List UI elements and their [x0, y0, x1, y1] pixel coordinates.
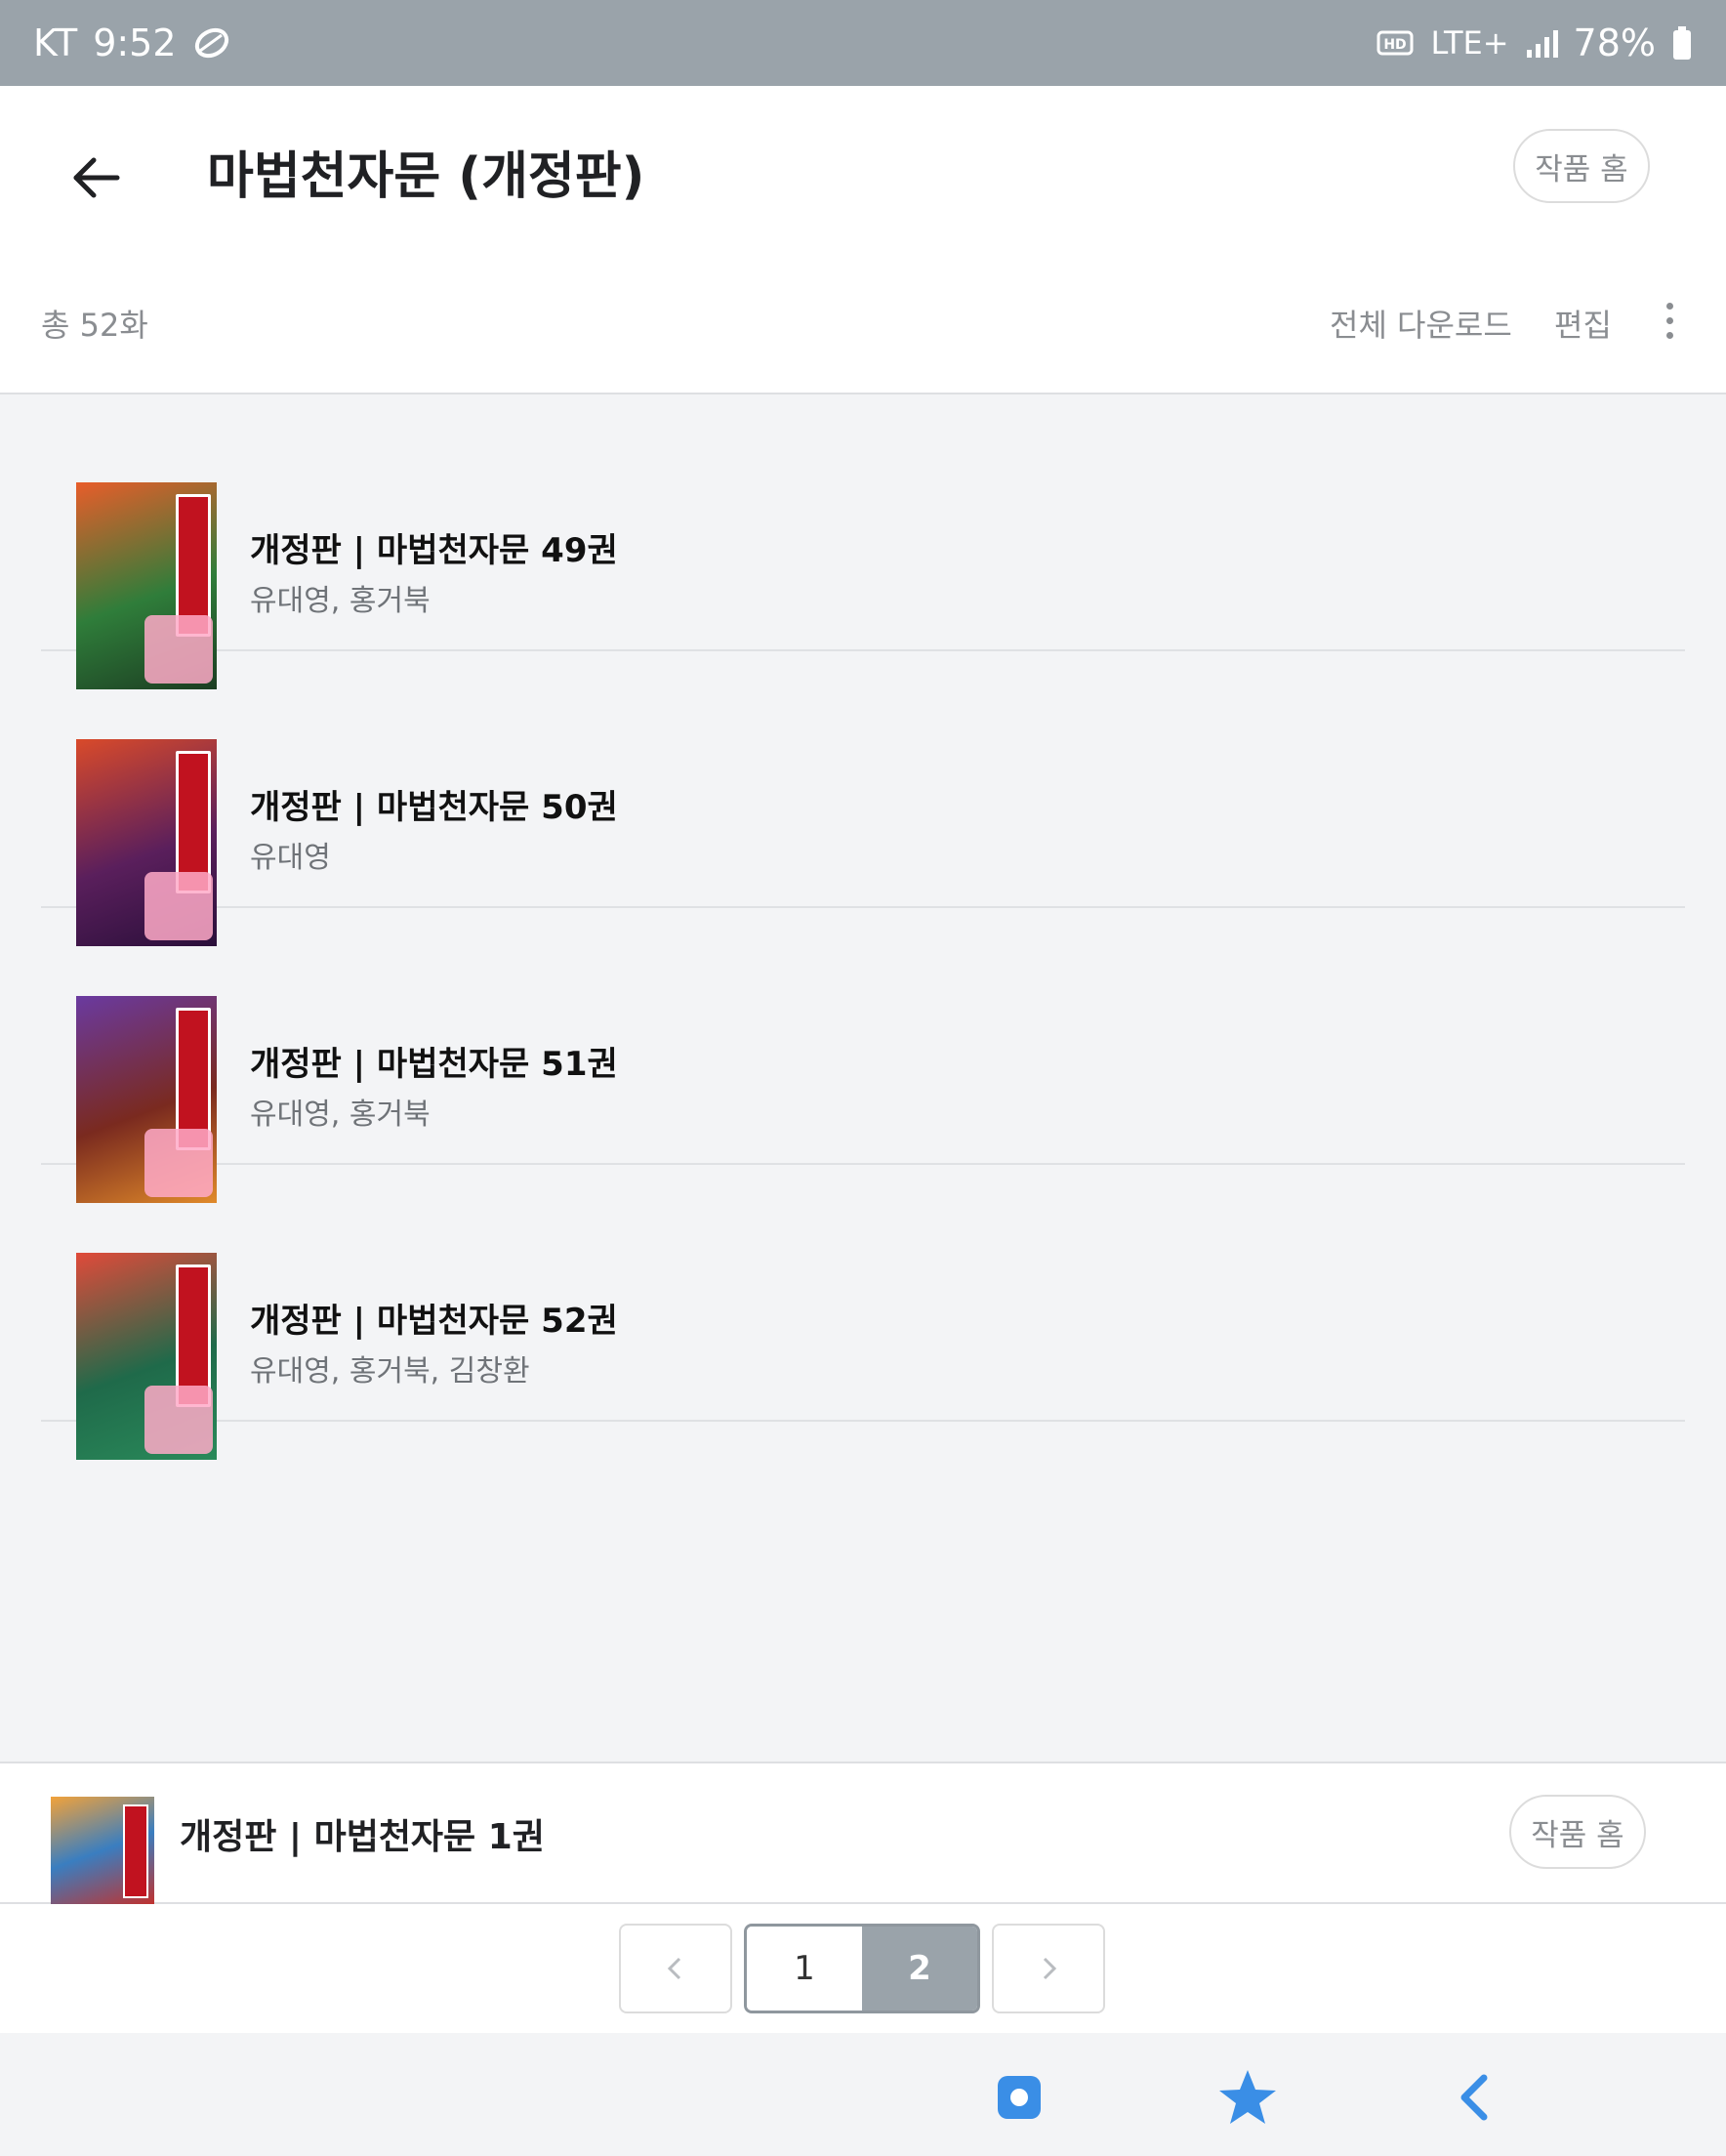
- list-item[interactable]: 개정판 | 마법천자문 50권 유대영: [41, 651, 1685, 946]
- edit-button[interactable]: 편집: [1554, 301, 1612, 346]
- list-item[interactable]: 개정판 | 마법천자문 51권 유대영, 홍거북: [41, 908, 1685, 1203]
- mini-home-button[interactable]: 작품 홈: [1509, 1795, 1646, 1869]
- episode-list: 개정판 | 마법천자문 49권 유대영, 홍거북 개정판 | 마법천자문 50권…: [0, 394, 1726, 1762]
- book-cover: [76, 1253, 217, 1460]
- episode-author: 유대영: [250, 841, 331, 875]
- series-home-button[interactable]: 작품 홈: [1513, 129, 1650, 203]
- chevron-left-icon: [667, 1957, 681, 1980]
- episode-author: 유대영, 홍거북, 김창환: [250, 1354, 530, 1389]
- page-button-2[interactable]: 2: [862, 1927, 977, 2011]
- carrier-label: KT: [33, 21, 78, 64]
- prev-page-button[interactable]: [619, 1924, 732, 2013]
- back-button[interactable]: [61, 143, 131, 213]
- list-item[interactable]: 개정판 | 마법천자문 52권 유대영, 홍거북, 김창환: [41, 1165, 1685, 1460]
- page-button-1[interactable]: 1: [747, 1927, 862, 2011]
- chevron-right-icon: [1043, 1957, 1057, 1980]
- list-item[interactable]: 개정판 | 마법천자문 49권 유대영, 홍거북: [41, 394, 1685, 689]
- download-all-button[interactable]: 전체 다운로드: [1330, 301, 1512, 346]
- square-icon[interactable]: [982, 2060, 1056, 2135]
- hd-voice-icon: HD: [1377, 28, 1416, 58]
- app-header: 마법천자문 (개정판) 작품 홈 총 52화 전체 다운로드 편집: [0, 86, 1726, 394]
- pagination: 1 2: [0, 1904, 1726, 2033]
- episode-author: 유대영, 홍거북: [250, 584, 431, 618]
- episode-title: 개정판 | 마법천자문 50권: [250, 788, 618, 827]
- mini-title: 개정판 | 마법천자문 1권: [180, 1817, 545, 1857]
- recent-read-bar[interactable]: 개정판 | 마법천자문 1권 작품 홈: [0, 1762, 1726, 1904]
- star-icon[interactable]: [1211, 2060, 1285, 2135]
- battery-percent: 78%: [1573, 21, 1656, 64]
- network-type: LTE+: [1430, 24, 1509, 62]
- page-title: 마법천자문 (개정판): [207, 147, 645, 206]
- leaf-notification-icon: [192, 23, 231, 62]
- page-numbers: 1 2: [744, 1924, 980, 2013]
- episode-title: 개정판 | 마법천자문 51권: [250, 1045, 618, 1084]
- arrow-left-icon: [73, 157, 120, 198]
- mini-book-cover: [51, 1797, 154, 1904]
- battery-icon: [1671, 25, 1693, 61]
- episode-title: 개정판 | 마법천자문 49권: [250, 531, 618, 570]
- episode-count: 총 52화: [41, 307, 148, 344]
- clock: 9:52: [93, 21, 177, 64]
- hd-label: HD: [1383, 37, 1406, 53]
- system-nav-bar: [0, 2033, 1726, 2156]
- signal-icon: [1525, 26, 1558, 60]
- episode-author: 유대영, 홍거북: [250, 1098, 431, 1132]
- next-page-button[interactable]: [992, 1924, 1105, 2013]
- back-chevron-icon[interactable]: [1439, 2060, 1513, 2135]
- episode-title: 개정판 | 마법천자문 52권: [250, 1302, 618, 1341]
- more-options-icon[interactable]: [1654, 289, 1685, 352]
- status-bar: KT 9:52 HD LTE+ 78%: [0, 0, 1726, 86]
